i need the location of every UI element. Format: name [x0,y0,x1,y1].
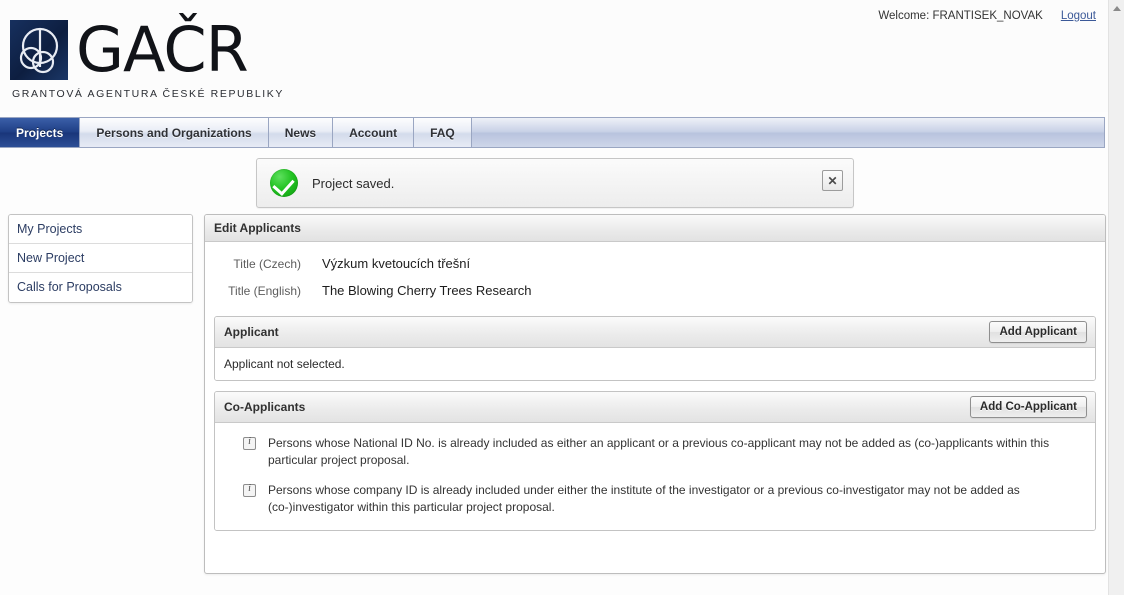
scroll-up-arrow-icon[interactable] [1109,0,1124,16]
coapplicants-section-title: Co-Applicants [224,400,306,414]
site-header: GAČR GRANTOVÁ AGENTURA ČESKÉ REPUBLIKY W… [0,0,1108,112]
field-title-czech-label: Title (Czech) [233,257,301,271]
tab-faq-label: FAQ [430,125,455,140]
page-root: GAČR GRANTOVÁ AGENTURA ČESKÉ REPUBLIKY W… [0,0,1124,595]
flash-message-text: Project saved. [312,175,395,191]
applicant-section-header: Applicant Add Applicant [215,317,1095,348]
info-icon [243,436,256,450]
field-title-czech: Title (Czech) Výzkum kvetoucích třešní [205,256,1105,271]
sidebar-menu: My Projects New Project Calls for Propos… [8,214,193,303]
coapplicant-note-2-text: Persons whose company ID is already incl… [268,483,1020,514]
coapplicants-section: Co-Applicants Add Co-Applicant Persons w… [214,391,1096,531]
coapplicant-note-1-text: Persons whose National ID No. is already… [268,436,1050,467]
logo-subtitle: GRANTOVÁ AGENTURA ČESKÉ REPUBLIKY [12,88,285,100]
logo-row: GAČR [10,13,284,86]
applicant-section: Applicant Add Applicant Applicant not se… [214,316,1096,381]
sidebar-item-calls-for-proposals[interactable]: Calls for Proposals [9,273,192,302]
tab-news-label: News [284,125,317,140]
coapplicants-section-header: Co-Applicants Add Co-Applicant [215,392,1095,423]
tab-faq[interactable]: FAQ [414,118,472,147]
add-co-applicant-button[interactable]: Add Co-Applicant [969,396,1087,418]
site-logo[interactable]: GAČR GRANTOVÁ AGENTURA ČESKÉ REPUBLIKY [10,13,285,100]
field-title-czech-value: Výzkum kvetoucích třešní [322,256,471,271]
tab-persons-and-organizations-label: Persons and Organizations [96,125,252,140]
gacr-logo-mark-icon [10,20,68,80]
flash-message: Project saved. ✕ [256,158,854,208]
add-applicant-button[interactable]: Add Applicant [989,321,1087,343]
tab-news[interactable]: News [268,118,334,147]
sidebar-item-new-project[interactable]: New Project [9,244,192,273]
logo-wordmark: GAČR [76,13,249,86]
tab-account-label: Account [349,125,398,140]
tab-persons-and-organizations[interactable]: Persons and Organizations [80,118,269,147]
edit-applicants-panel: Edit Applicants Title (Czech) Výzkum kve… [204,214,1106,574]
tab-projects[interactable]: Projects [0,118,81,147]
success-check-icon [270,169,298,197]
sidebar-item-new-project-label: New Project [17,251,85,265]
logout-link[interactable]: Logout [1061,10,1096,22]
field-title-english-value: The Blowing Cherry Trees Research [322,283,532,298]
field-title-english: Title (English) The Blowing Cherry Trees… [205,283,1105,298]
nav-filler [472,118,1104,147]
window-scrollbar[interactable] [1108,0,1124,595]
panel-title: Edit Applicants [205,215,1105,242]
project-title-fields: Title (Czech) Výzkum kvetoucích třešní T… [205,242,1105,316]
user-bar: Welcome: FRANTISEK_NOVAK Logout [878,10,1096,22]
tab-projects-label: Projects [16,125,64,140]
field-title-english-label: Title (English) [228,284,301,298]
tab-account[interactable]: Account [333,118,415,147]
coapplicants-notes: Persons whose National ID No. is already… [215,423,1095,530]
sidebar-item-my-projects-label: My Projects [17,222,83,236]
applicant-empty-text: Applicant not selected. [215,348,1095,380]
welcome-label: Welcome: FRANTISEK_NOVAK [878,10,1043,22]
applicant-section-title: Applicant [224,325,279,339]
info-icon [243,483,256,497]
sidebar-item-calls-for-proposals-label: Calls for Proposals [17,280,122,294]
coapplicant-note-2: Persons whose company ID is already incl… [229,482,1081,516]
sidebar-item-my-projects[interactable]: My Projects [9,215,192,244]
main-navigation: Projects Persons and Organizations News … [0,117,1105,148]
close-icon[interactable]: ✕ [822,170,843,191]
coapplicant-note-1: Persons whose National ID No. is already… [229,435,1081,469]
